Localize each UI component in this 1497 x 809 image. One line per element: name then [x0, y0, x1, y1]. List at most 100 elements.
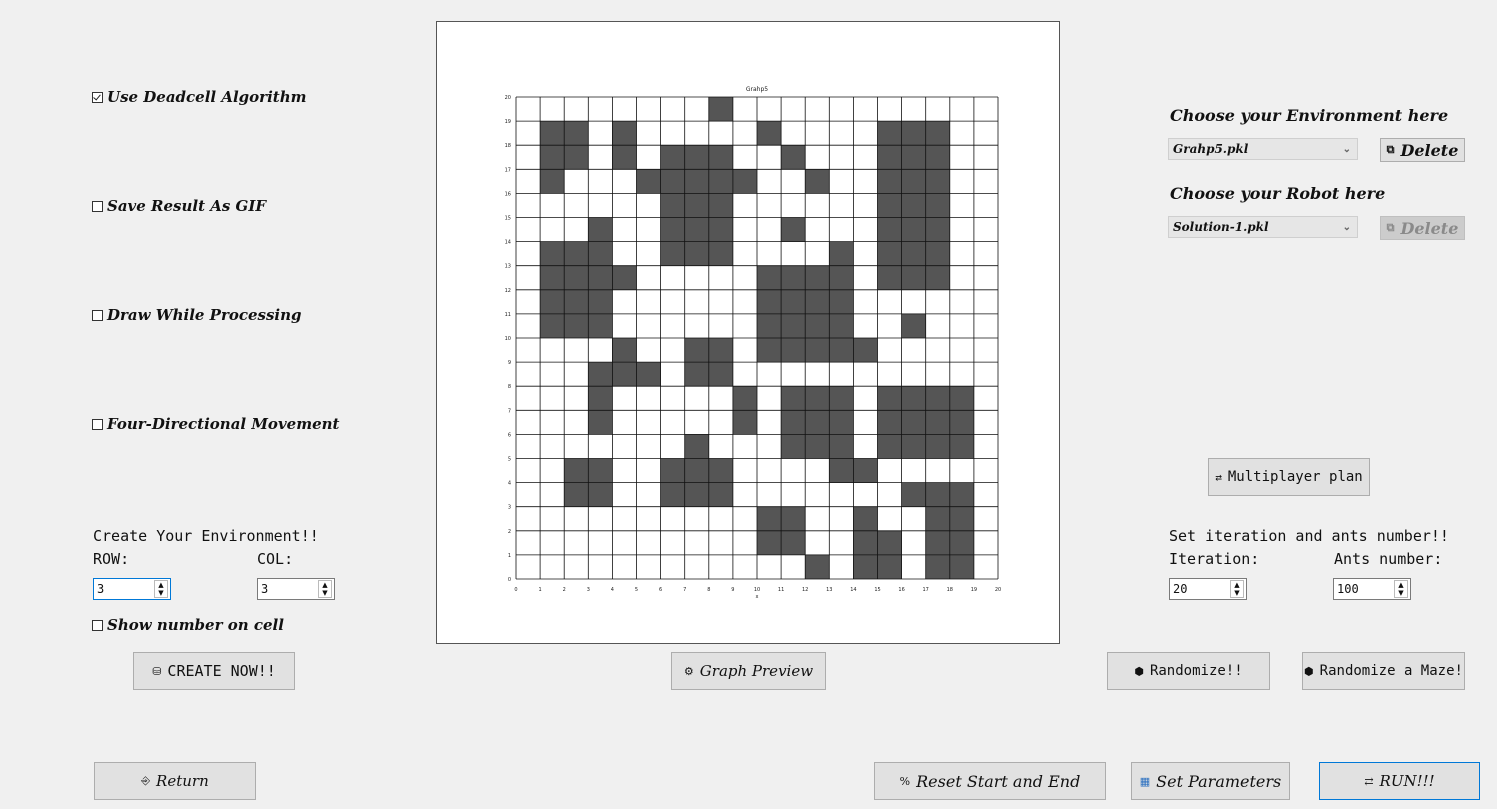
set-parameters-button[interactable]: ▦ Set Parameters	[1131, 762, 1290, 800]
obstacle-cell	[708, 338, 733, 363]
checkbox-box[interactable]	[92, 91, 103, 103]
spin-arrows-icon[interactable]: ▲ ▼	[1394, 580, 1408, 598]
robot-delete-button[interactable]: ⧉ Delete	[1380, 216, 1465, 240]
col-spinbox[interactable]: 3 ▲ ▼	[257, 578, 335, 600]
checkbox-box[interactable]	[92, 309, 103, 321]
obstacle-cell	[684, 169, 709, 194]
x-tick-label: 14	[850, 587, 856, 593]
obstacle-cell	[949, 434, 974, 459]
y-tick-label: 1	[508, 553, 511, 559]
multiplayer-button[interactable]: ⇄ Multiplayer plan	[1208, 458, 1370, 496]
deadcell-checkbox[interactable]: Use Deadcell Algorithm	[92, 88, 306, 106]
return-button[interactable]: ⎆ Return	[94, 762, 256, 800]
obstacle-cell	[781, 530, 806, 555]
obstacle-cell	[805, 313, 830, 338]
spin-arrows-icon[interactable]: ▲ ▼	[318, 580, 332, 598]
randomize-maze-button[interactable]: ⬢ Randomize a Maze!	[1302, 652, 1465, 690]
row-value[interactable]: 3	[94, 582, 154, 596]
robot-label: Choose your Robot here	[1170, 184, 1386, 203]
robot-select[interactable]: Solution-1.pkl ⌄	[1168, 216, 1358, 238]
obstacle-cell	[588, 386, 613, 411]
checkbox-box[interactable]	[92, 200, 103, 212]
obstacle-cell	[949, 554, 974, 579]
obstacle-cell	[829, 386, 854, 411]
obstacle-cell	[708, 362, 733, 387]
obstacle-cell	[901, 482, 926, 507]
obstacle-cell	[612, 338, 637, 363]
obstacle-cell	[757, 121, 782, 146]
obstacle-cell	[781, 506, 806, 531]
obstacle-cell	[877, 145, 902, 170]
obstacle-cell	[540, 145, 565, 170]
obstacle-cell	[708, 97, 733, 122]
x-tick-label: 7	[683, 587, 686, 593]
obstacle-cell	[612, 121, 637, 146]
y-tick-label: 18	[505, 143, 511, 149]
x-tick-label: 12	[802, 587, 808, 593]
obstacle-cell	[829, 434, 854, 459]
obstacle-cell	[564, 121, 589, 146]
y-tick-label: 15	[505, 216, 511, 222]
col-value[interactable]: 3	[258, 582, 318, 596]
reset-button[interactable]: % Reset Start and End	[874, 762, 1106, 800]
obstacle-cell	[660, 241, 685, 266]
obstacle-cell	[660, 145, 685, 170]
calendar-icon: ▦	[1139, 774, 1151, 788]
spin-arrows-icon[interactable]: ▲ ▼	[1230, 580, 1244, 598]
obstacle-cell	[877, 554, 902, 579]
env-label: Choose your Environment here	[1170, 106, 1449, 125]
graph-title: Grahp5	[746, 86, 768, 93]
x-tick-label: 3	[587, 587, 590, 593]
iteration-spinbox[interactable]: 20 ▲ ▼	[1169, 578, 1247, 600]
iteration-value[interactable]: 20	[1170, 582, 1230, 596]
obstacle-cell	[853, 554, 878, 579]
create-now-button[interactable]: ⛁ CREATE NOW!!	[133, 652, 295, 690]
checkbox-box[interactable]	[92, 619, 103, 631]
obstacle-cell	[732, 410, 757, 435]
gif-checkbox[interactable]: Save Result As GIF	[92, 197, 266, 215]
obstacle-cell	[781, 217, 806, 242]
obstacle-cell	[805, 434, 830, 459]
obstacle-cell	[925, 482, 950, 507]
ants-spinbox[interactable]: 100 ▲ ▼	[1333, 578, 1411, 600]
obstacle-cell	[853, 458, 878, 483]
obstacle-cell	[540, 121, 565, 146]
obstacle-cell	[684, 217, 709, 242]
obstacle-cell	[564, 313, 589, 338]
obstacle-cell	[853, 506, 878, 531]
folder-icon: ⛁	[152, 664, 162, 678]
draw-checkbox[interactable]: Draw While Processing	[92, 306, 302, 324]
show-number-checkbox[interactable]: Show number on cell	[92, 616, 284, 634]
obstacle-cell	[684, 458, 709, 483]
x-tick-label: 20	[995, 587, 1001, 593]
show-number-label: Show number on cell	[107, 616, 284, 634]
ants-value[interactable]: 100	[1334, 582, 1394, 596]
x-tick-label: 2	[563, 587, 566, 593]
create-now-label: CREATE NOW!!	[167, 662, 276, 680]
run-button[interactable]: ⇄ RUN!!!	[1319, 762, 1480, 800]
graph-preview-button[interactable]: ⚙ Graph Preview	[671, 652, 826, 690]
obstacle-cell	[901, 410, 926, 435]
env-delete-button[interactable]: ⧉ Delete	[1380, 138, 1465, 162]
obstacle-cell	[829, 241, 854, 266]
obstacle-cell	[805, 554, 830, 579]
obstacle-cell	[564, 458, 589, 483]
checkbox-box[interactable]	[92, 418, 103, 430]
four-dir-checkbox[interactable]: Four-Directional Movement	[92, 415, 339, 433]
y-tick-label: 20	[505, 95, 511, 101]
x-tick-label: 0	[514, 587, 517, 593]
row-spinbox[interactable]: 3 ▲ ▼	[93, 578, 171, 600]
randomize-button[interactable]: ⬢ Randomize!!	[1107, 652, 1270, 690]
ants-label: Ants number:	[1334, 550, 1443, 568]
env-select[interactable]: Grahp5.pkl ⌄	[1168, 138, 1358, 160]
obstacle-cell	[588, 362, 613, 387]
obstacle-cell	[853, 530, 878, 555]
obstacle-cell	[877, 217, 902, 242]
obstacle-cell	[708, 458, 733, 483]
y-tick-label: 16	[505, 191, 511, 197]
spin-arrows-icon[interactable]: ▲ ▼	[154, 580, 168, 598]
obstacle-cell	[588, 289, 613, 314]
obstacle-cell	[540, 313, 565, 338]
row-label: ROW:	[93, 550, 130, 568]
col-label: COL:	[257, 550, 294, 568]
